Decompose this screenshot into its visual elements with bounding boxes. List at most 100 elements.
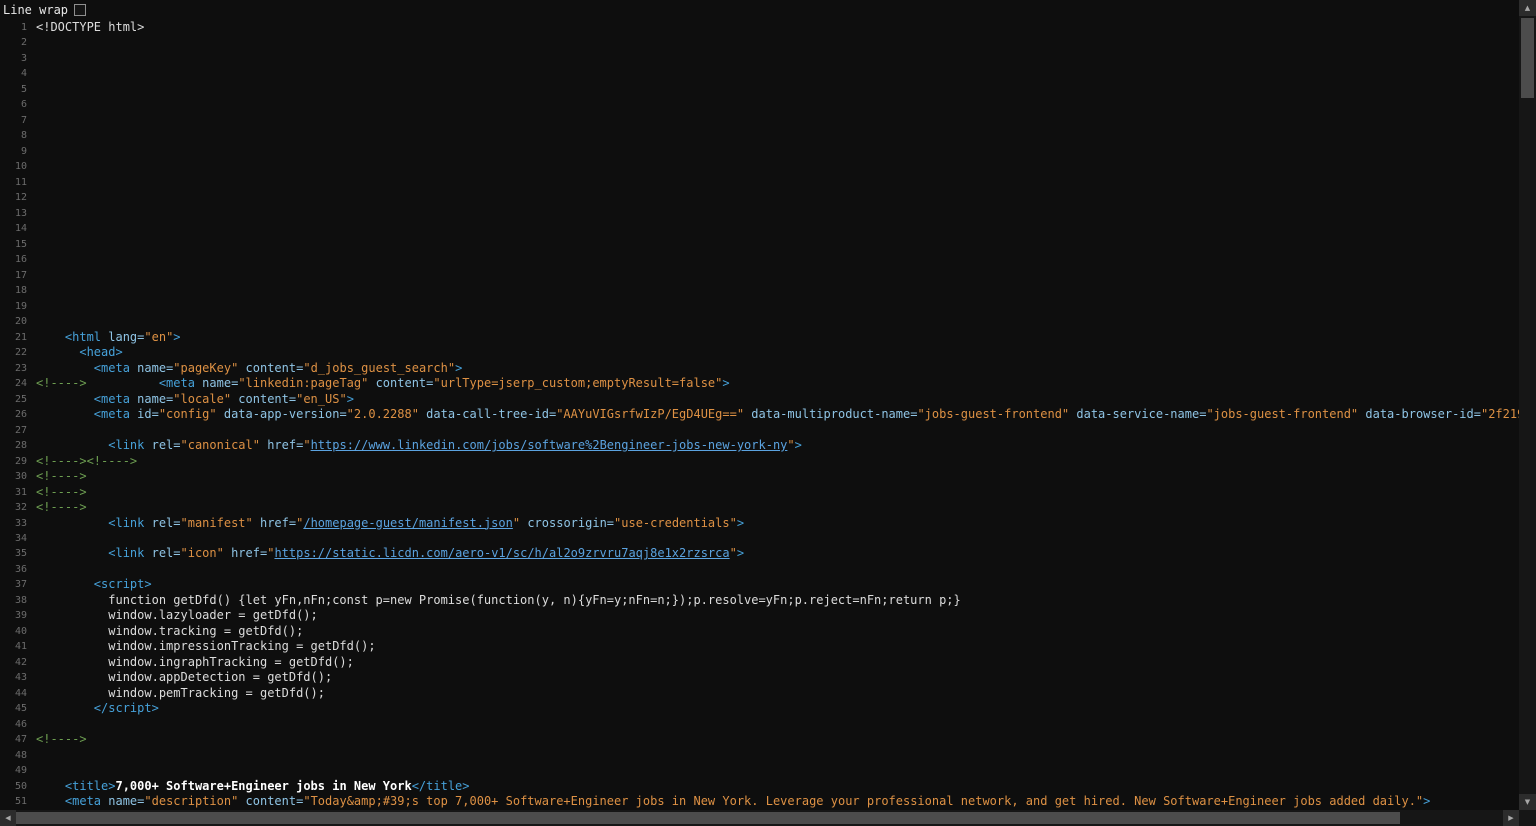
scroll-right-button[interactable]: ▶ (1503, 810, 1519, 826)
code-line: 13 (0, 206, 1519, 221)
code-line: 19 (0, 299, 1519, 314)
token-plain: window.ingraphTracking = getDfd(); (36, 655, 354, 669)
token-plain: window.lazyloader = getDfd(); (36, 608, 318, 622)
token-val: "AAYuVIGsrfwIzP/EgD4UEg==" (556, 407, 744, 421)
token-attr: name= (130, 361, 173, 375)
code-line-content: <!----> (27, 469, 87, 484)
code-line: 6 (0, 97, 1519, 112)
code-line: 28 <link rel="canonical" href="https://w… (0, 438, 1519, 453)
token-comment: <!----> (36, 732, 87, 746)
line-number: 36 (0, 562, 27, 577)
line-number: 40 (0, 624, 27, 639)
line-number: 28 (0, 438, 27, 453)
line-number: 46 (0, 717, 27, 732)
token-attr: rel= (144, 438, 180, 452)
vertical-scroll-thumb[interactable] (1521, 18, 1534, 98)
code-line-content (27, 175, 36, 190)
horizontal-scroll-thumb[interactable] (16, 812, 1400, 824)
code-line: 11 (0, 175, 1519, 190)
line-number: 31 (0, 485, 27, 500)
token-val: "2f219784 (1481, 407, 1519, 421)
line-wrap-checkbox[interactable] (74, 4, 86, 16)
scroll-left-button[interactable]: ◀ (0, 810, 16, 826)
token-tag: </script> (36, 701, 159, 715)
code-line: 33 <link rel="manifest" href="/homepage-… (0, 516, 1519, 531)
token-tag: <html (36, 330, 101, 344)
code-line-content (27, 190, 36, 205)
url-link[interactable]: https://static.licdn.com/aero-v1/sc/h/al… (274, 546, 729, 560)
code-line: 38 function getDfd() {let yFn,nFn;const … (0, 593, 1519, 608)
code-line: 18 (0, 283, 1519, 298)
token-tag: > (173, 330, 180, 344)
line-wrap-label: Line wrap (3, 3, 68, 17)
code-line-content: window.ingraphTracking = getDfd(); (27, 655, 354, 670)
line-number: 50 (0, 779, 27, 794)
code-line-content: </script> (27, 701, 159, 716)
source-code-view[interactable]: 1<!DOCTYPE html>234567891011121314151617… (0, 20, 1519, 810)
token-tag: <meta (87, 376, 195, 390)
line-number: 48 (0, 748, 27, 763)
url-link[interactable]: /homepage-guest/manifest.json (303, 516, 513, 530)
code-line-content: <!----> (27, 485, 87, 500)
code-line-content: <script> (27, 577, 152, 592)
view-source-toolbar: Line wrap (0, 0, 1519, 19)
line-number: 43 (0, 670, 27, 685)
line-number: 9 (0, 144, 27, 159)
horizontal-scrollbar[interactable]: ◀ ▶ (0, 810, 1519, 826)
token-attr: content= (368, 376, 433, 390)
code-line: 34 (0, 531, 1519, 546)
code-line: 43 window.appDetection = getDfd(); (0, 670, 1519, 685)
token-plain: <!DOCTYPE html> (36, 20, 144, 34)
token-tag: <head> (36, 345, 123, 359)
code-line-content: window.lazyloader = getDfd(); (27, 608, 318, 623)
line-number: 49 (0, 763, 27, 778)
token-attr: data-multiproduct-name= (744, 407, 917, 421)
line-number: 23 (0, 361, 27, 376)
token-plain: window.impressionTracking = getDfd(); (36, 639, 376, 653)
code-line: 44 window.pemTracking = getDfd(); (0, 686, 1519, 701)
code-lines: 1<!DOCTYPE html>234567891011121314151617… (0, 20, 1519, 810)
token-comment: <!----> (36, 485, 87, 499)
vertical-scrollbar[interactable]: ▲ ▼ (1519, 0, 1536, 810)
line-number: 25 (0, 392, 27, 407)
token-val: "en_US" (296, 392, 347, 406)
token-tag: > (1423, 794, 1430, 808)
code-line: 22 <head> (0, 345, 1519, 360)
code-line-content (27, 113, 36, 128)
token-val: "use-credentials" (614, 516, 737, 530)
scrollbar-corner (1519, 810, 1536, 826)
token-val: "pageKey" (173, 361, 238, 375)
code-line-content (27, 562, 36, 577)
code-line-content: window.tracking = getDfd(); (27, 624, 303, 639)
code-line-content (27, 221, 36, 236)
token-tag: <link (36, 438, 144, 452)
code-line: 31 <!----> (0, 485, 1519, 500)
scroll-up-button[interactable]: ▲ (1519, 0, 1536, 16)
line-number: 24 (0, 376, 27, 391)
line-number: 37 (0, 577, 27, 592)
line-number: 10 (0, 159, 27, 174)
view-source-window: Line wrap 1<!DOCTYPE html>23456789101112… (0, 0, 1536, 826)
code-line-content (27, 252, 36, 267)
code-line: 5 (0, 82, 1519, 97)
code-line-content: <!----> <meta name="linkedin:pageTag" co… (27, 376, 730, 391)
code-line-content: <meta name="pageKey" content="d_jobs_gue… (27, 361, 462, 376)
code-line: 46 (0, 717, 1519, 732)
code-line-content: <html lang="en"> (27, 330, 181, 345)
token-attr: data-browser-id= (1358, 407, 1481, 421)
token-attr: href= (224, 546, 267, 560)
line-number: 20 (0, 314, 27, 329)
code-line: 39 window.lazyloader = getDfd(); (0, 608, 1519, 623)
line-number: 47 (0, 732, 27, 747)
token-plain: window.appDetection = getDfd(); (36, 670, 332, 684)
url-link[interactable]: https://www.linkedin.com/jobs/software%2… (311, 438, 788, 452)
code-line-content: function getDfd() {let yFn,nFn;const p=n… (27, 593, 961, 608)
code-line-content: <meta name="locale" content="en_US"> (27, 392, 354, 407)
code-line: 4 (0, 66, 1519, 81)
token-attr: href= (253, 516, 296, 530)
code-line: 17 (0, 268, 1519, 283)
scroll-down-button[interactable]: ▼ (1519, 794, 1536, 810)
token-val: "icon" (181, 546, 224, 560)
line-number: 26 (0, 407, 27, 422)
token-tag: > (737, 516, 744, 530)
